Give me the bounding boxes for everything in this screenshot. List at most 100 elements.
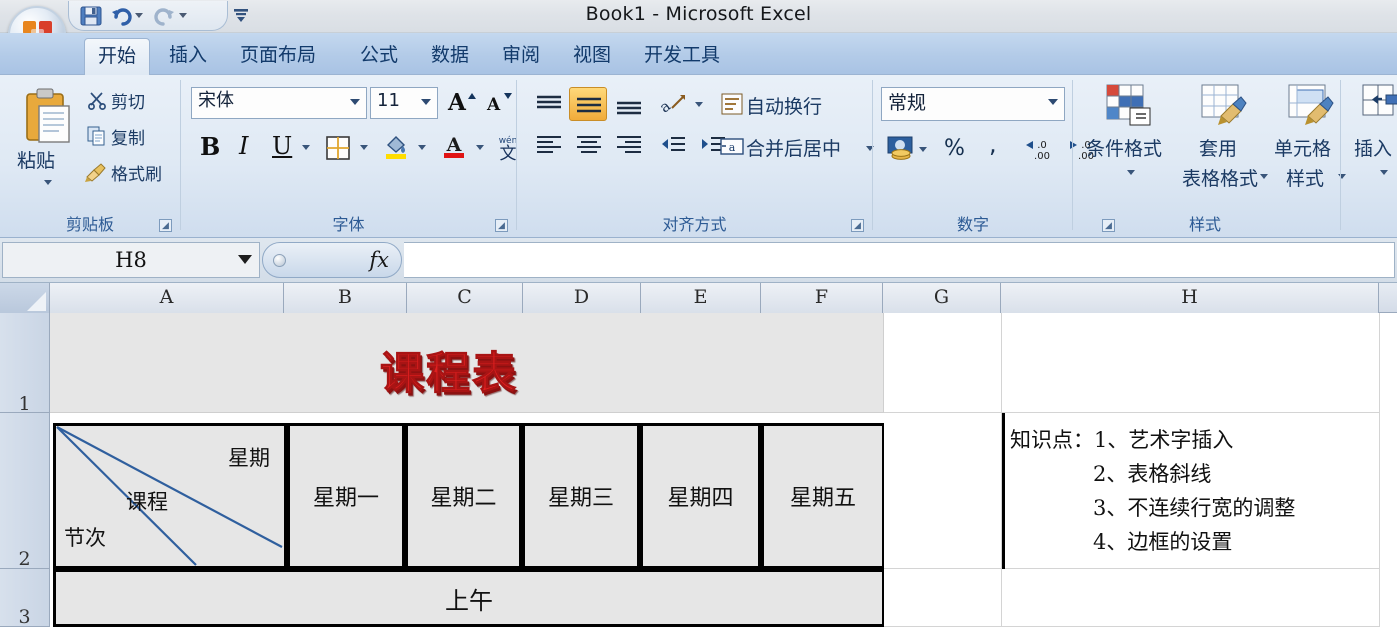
align-center-button[interactable] [569,127,607,161]
svg-text:A: A [446,134,462,156]
font-name-combo[interactable]: 宋体 [191,87,367,119]
number-format-combo[interactable]: 常规 [881,87,1065,121]
font-color-chevron-down-icon[interactable] [476,145,484,150]
tab-review[interactable]: 审阅 [489,38,553,75]
merge-center-button[interactable]: a 合并后居中 [715,127,877,165]
grow-font-button[interactable]: A [443,87,479,119]
cell-styles-icon [1288,84,1336,132]
number-format-chevron-down-icon[interactable] [1048,99,1058,105]
middle-align-button[interactable] [569,87,607,121]
column-header-f[interactable]: F [761,283,883,313]
orientation-button[interactable]: a [653,87,693,121]
cell-g2[interactable] [884,413,1002,569]
comma-label: , [989,130,997,158]
currency-chevron-down-icon[interactable] [919,147,927,152]
save-icon[interactable] [79,4,103,28]
cell-e2-thursday[interactable]: 星期四 [640,423,761,569]
paste-chevron-down-icon[interactable] [44,180,52,185]
insert-cells-button[interactable]: 插入 [1347,81,1397,199]
copy-button[interactable]: 复制 [84,120,172,152]
row-header-1[interactable]: 1 [0,313,50,415]
name-box[interactable]: H8 [2,242,260,278]
cell-g3[interactable] [884,569,1002,627]
decrease-indent-button[interactable] [653,127,691,161]
bottom-align-button[interactable] [609,87,647,121]
fill-color-chevron-down-icon[interactable] [418,145,426,150]
clipboard-dialog-launcher[interactable]: ◢ [159,219,172,232]
orientation-chevron-down-icon[interactable] [695,102,703,107]
svg-text:文: 文 [500,144,517,162]
tab-formulas[interactable]: 公式 [347,38,411,75]
cell-c2-tuesday[interactable]: 星期二 [405,423,522,569]
percent-button[interactable]: % [935,131,973,167]
undo-dropdown-icon[interactable] [135,13,143,18]
conditional-formatting-button[interactable]: 条件格式 [1081,81,1177,199]
paste-icon [23,88,73,150]
font-size-chevron-down-icon[interactable] [421,99,431,105]
column-header-e[interactable]: E [641,283,761,313]
cell-a3-morning[interactable]: 上午 [53,569,885,627]
comma-button[interactable]: , [975,130,1011,167]
grow-font-label: A [448,89,466,116]
resize-handle-icon[interactable] [273,254,286,267]
redo-dropdown-icon[interactable] [179,13,187,18]
fx-icon[interactable]: fx [369,248,389,272]
currency-button[interactable] [881,131,917,167]
cut-button[interactable]: 剪切 [84,84,172,116]
cell-h3[interactable] [1002,569,1380,627]
formula-input[interactable] [404,242,1395,278]
customize-qat-icon[interactable] [232,6,250,24]
font-color-button[interactable]: A [435,129,471,165]
column-header-d[interactable]: D [523,283,641,313]
underline-button[interactable]: U [263,129,297,165]
row-header-2[interactable]: 2 [0,413,50,570]
format-as-table-chevron-down-icon[interactable] [1260,174,1268,179]
cell-h1[interactable] [1002,313,1380,413]
format-as-table-button[interactable]: 套用 表格格式 [1181,81,1268,199]
tab-insert[interactable]: 插入 [156,38,220,75]
cell-b2-monday[interactable]: 星期一 [287,423,405,569]
conditional-formatting-chevron-down-icon[interactable] [1127,170,1135,175]
column-header-h[interactable]: H [1001,283,1379,313]
worksheet-title-wordart[interactable]: 课程表 [380,337,518,401]
tab-home[interactable]: 开始 [84,38,151,75]
tab-data[interactable]: 数据 [418,38,482,75]
fill-color-button[interactable] [377,129,413,165]
insert-cells-chevron-down-icon[interactable] [1380,170,1388,175]
bold-button[interactable]: B [191,129,225,165]
tab-view[interactable]: 视图 [560,38,624,75]
tab-developer[interactable]: 开发工具 [631,38,733,75]
cell-g1[interactable] [884,313,1002,413]
borders-chevron-down-icon[interactable] [360,145,368,150]
shrink-font-button[interactable]: A [481,87,517,119]
top-align-button[interactable] [529,87,567,121]
column-header-b[interactable]: B [284,283,407,313]
column-header-c[interactable]: C [407,283,523,313]
cell-a2-diagonal-header[interactable]: 星期 课程 节次 [53,423,287,569]
font-size-combo[interactable]: 11 [370,87,438,119]
increase-decimal-button[interactable]: .0 .00 [1019,131,1059,167]
alignment-dialog-launcher[interactable]: ◢ [851,219,864,232]
name-box-chevron-down-icon[interactable] [238,255,252,264]
undo-icon[interactable] [109,4,133,28]
column-header-a[interactable]: A [50,283,284,313]
cell-d2-wednesday[interactable]: 星期三 [522,423,640,569]
font-dialog-launcher[interactable]: ◢ [495,219,508,232]
italic-button[interactable]: I [227,129,261,165]
wrap-text-button[interactable]: 自动换行 [715,85,865,123]
insert-function-area[interactable]: fx [262,242,402,278]
align-left-button[interactable] [529,127,567,161]
select-all-button[interactable] [0,283,50,313]
tab-page-layout[interactable]: 页面布局 [227,38,329,75]
wrap-text-label: 自动换行 [746,96,823,118]
underline-chevron-down-icon[interactable] [302,145,310,150]
row-header-3[interactable]: 3 [0,569,50,627]
format-painter-button[interactable]: 格式刷 [84,156,176,188]
borders-button[interactable] [319,129,355,165]
cell-f2-friday[interactable]: 星期五 [761,423,885,569]
font-name-chevron-down-icon[interactable] [350,99,360,105]
column-header-g[interactable]: G [883,283,1001,313]
redo-icon[interactable] [153,4,177,28]
align-right-button[interactable] [609,127,647,161]
paste-button[interactable]: 粘贴 [10,83,82,201]
